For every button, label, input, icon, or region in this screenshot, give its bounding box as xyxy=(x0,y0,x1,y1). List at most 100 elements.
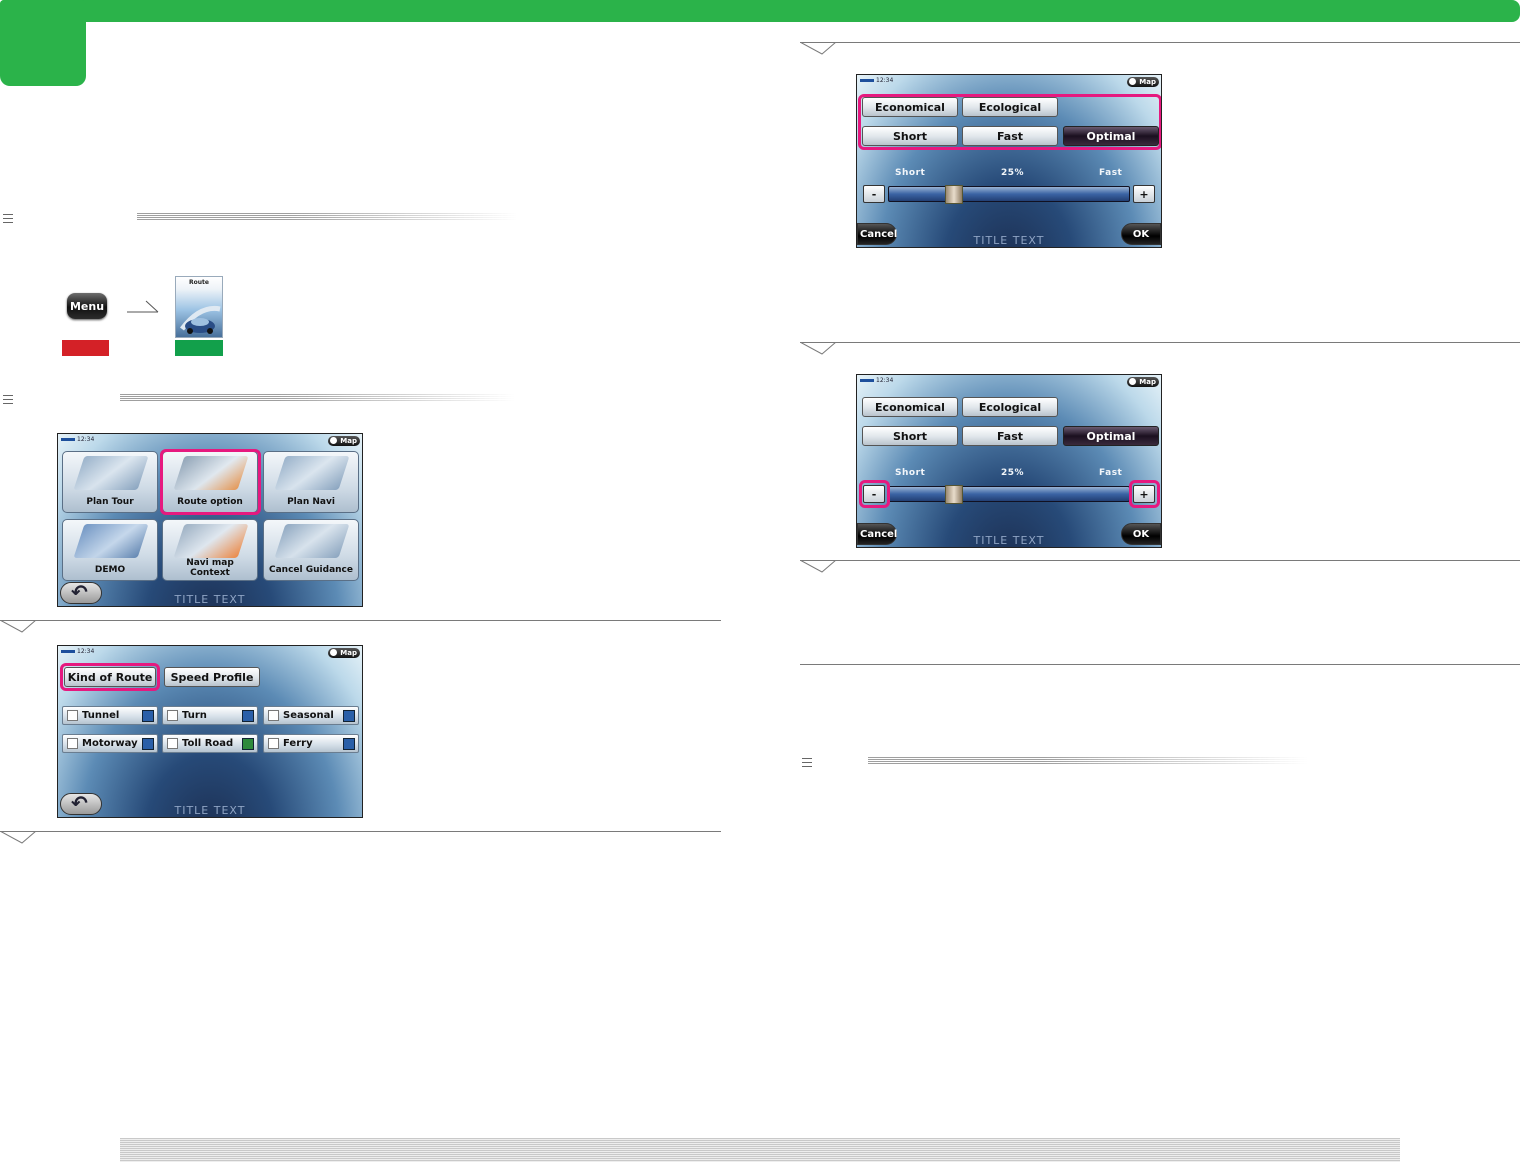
chevron-down-icon xyxy=(0,831,37,844)
option-seasonal[interactable]: Seasonal xyxy=(263,706,359,725)
section-mark-icon xyxy=(3,395,13,404)
footer-bar xyxy=(120,1138,1400,1162)
button-label: Economical xyxy=(875,100,945,114)
clock: 12:34 xyxy=(876,377,894,384)
button-label: Fast xyxy=(996,429,1024,443)
slider-left-label: Short xyxy=(895,468,926,478)
option-label: Turn xyxy=(182,710,207,721)
fast-button[interactable]: Fast xyxy=(962,426,1058,446)
slider-right-label: Fast xyxy=(1099,168,1123,178)
button-label: Short xyxy=(893,129,927,143)
checkbox[interactable] xyxy=(268,710,279,721)
right-arrow-icon xyxy=(127,300,159,313)
step-separator xyxy=(800,560,1520,576)
option-toll-road[interactable]: Toll Road xyxy=(162,734,258,753)
map-button[interactable]: Map xyxy=(1127,77,1159,87)
checkbox[interactable] xyxy=(67,710,78,721)
map-arrow-icon xyxy=(173,524,249,558)
red-label-block xyxy=(62,340,109,356)
economical-button[interactable]: Economical xyxy=(862,97,958,117)
button-label: Ecological xyxy=(978,400,1042,414)
section-rule xyxy=(137,213,517,220)
plan-navi-tile[interactable]: Plan Navi xyxy=(263,451,359,513)
navi-map-context-tile[interactable]: Navi map Context xyxy=(162,519,258,581)
optimal-button[interactable]: Optimal xyxy=(1063,126,1159,146)
ferry-icon xyxy=(343,738,355,750)
tile-label: Route option xyxy=(177,497,243,507)
slider-minus-button[interactable]: - xyxy=(863,485,885,503)
chapter-tab xyxy=(0,0,86,86)
option-label: Toll Road xyxy=(182,738,234,749)
button-label: Fast xyxy=(996,129,1024,143)
route-options-screen: 12:34 Map Kind of Route Speed Profile Tu… xyxy=(57,645,363,818)
slider-plus-button[interactable]: + xyxy=(1133,485,1155,503)
section-mark-icon xyxy=(802,758,812,767)
slider-value-label: 25% xyxy=(1001,468,1025,478)
slider-minus-button[interactable]: - xyxy=(863,185,885,203)
top-green-bar xyxy=(0,0,1520,22)
gear-icon xyxy=(173,456,249,490)
status-bar: 12:34 xyxy=(860,77,893,87)
checkbox[interactable] xyxy=(268,738,279,749)
map-button[interactable]: Map xyxy=(328,436,360,446)
battery-icon xyxy=(860,379,874,382)
speed-slider[interactable] xyxy=(888,485,1130,504)
tab-label: Speed Profile xyxy=(170,670,254,684)
plan-tour-tile[interactable]: Plan Tour xyxy=(62,451,158,513)
section-rule xyxy=(868,757,1308,764)
economical-button[interactable]: Economical xyxy=(862,397,958,417)
optimal-button[interactable]: Optimal xyxy=(1063,426,1159,446)
section-rule xyxy=(120,394,515,401)
tile-label: Plan Navi xyxy=(287,497,335,507)
button-label: Economical xyxy=(875,400,945,414)
toll-road-icon xyxy=(242,738,254,750)
option-motorway[interactable]: Motorway xyxy=(62,734,158,753)
clock: 12:34 xyxy=(77,436,95,443)
map-button[interactable]: Map xyxy=(1127,377,1159,387)
checkbox[interactable] xyxy=(167,738,178,749)
short-button[interactable]: Short xyxy=(862,426,958,446)
nav-menu-screen: 12:34 Map Plan Tour Route option Plan Na… xyxy=(57,433,363,607)
speed-profile-screen: 12:34 Map Economical Ecological Short Fa… xyxy=(856,74,1162,248)
map-button-label: Map xyxy=(340,649,357,657)
tile-label: Navi map Context xyxy=(186,558,234,578)
slider-handle[interactable] xyxy=(945,485,963,504)
ecological-button[interactable]: Ecological xyxy=(962,97,1058,117)
step-separator xyxy=(800,342,1520,358)
checkbox[interactable] xyxy=(67,738,78,749)
option-tunnel[interactable]: Tunnel xyxy=(62,706,158,725)
option-turn[interactable]: Turn xyxy=(162,706,258,725)
car-icon xyxy=(180,305,221,334)
button-label: - xyxy=(871,187,877,201)
map-button[interactable]: Map xyxy=(328,648,360,658)
route-tile-label: Route xyxy=(189,279,209,286)
route-option-tile[interactable]: Route option xyxy=(162,451,258,513)
screen-title-text: TITLE TEXT xyxy=(973,534,1045,547)
map-flag-icon xyxy=(73,456,149,490)
map-button-label: Map xyxy=(1139,78,1156,86)
speed-slider[interactable] xyxy=(888,185,1130,204)
step-separator xyxy=(0,831,721,847)
fast-button[interactable]: Fast xyxy=(962,126,1058,146)
slider-plus-button[interactable]: + xyxy=(1133,185,1155,203)
option-ferry[interactable]: Ferry xyxy=(263,734,359,753)
button-label: - xyxy=(871,487,877,501)
short-button[interactable]: Short xyxy=(862,126,958,146)
tile-label: DEMO xyxy=(94,565,126,575)
checkbox[interactable] xyxy=(167,710,178,721)
tab-kind-of-route[interactable]: Kind of Route xyxy=(64,667,156,687)
clock: 12:34 xyxy=(77,648,95,655)
slider-handle[interactable] xyxy=(945,185,963,204)
chevron-down-icon xyxy=(800,342,837,355)
tile-label: Plan Tour xyxy=(86,497,134,507)
chevron-down-icon xyxy=(800,560,837,573)
divider xyxy=(800,664,1520,665)
tab-speed-profile[interactable]: Speed Profile xyxy=(164,667,260,687)
tunnel-icon xyxy=(142,710,154,722)
battery-icon xyxy=(61,650,75,653)
demo-tile[interactable]: DEMO xyxy=(62,519,158,581)
motorway-icon xyxy=(142,738,154,750)
option-label: Ferry xyxy=(283,738,313,749)
cancel-guidance-tile[interactable]: Cancel Guidance xyxy=(263,519,359,581)
ecological-button[interactable]: Ecological xyxy=(962,397,1058,417)
